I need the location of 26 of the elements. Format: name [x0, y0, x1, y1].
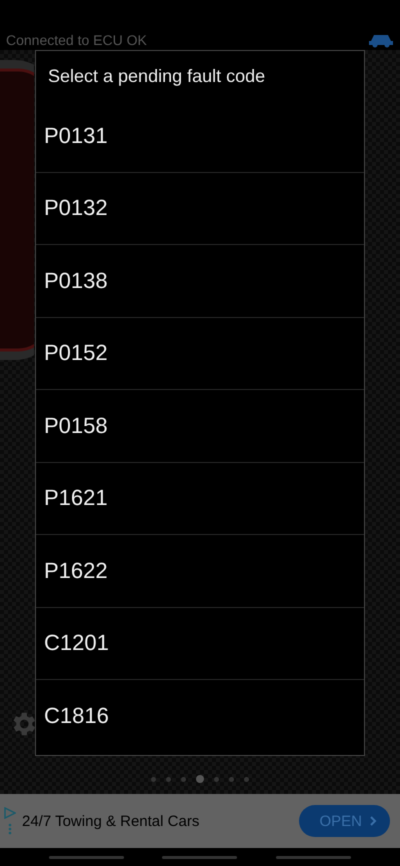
page-indicator-dot[interactable]: [181, 776, 186, 782]
connection-status: Connected to ECU OK: [6, 32, 147, 48]
page-indicator-dot[interactable]: [151, 776, 156, 782]
fault-code-option[interactable]: P0158: [44, 412, 108, 439]
fault-code-option[interactable]: P0132: [44, 195, 108, 222]
nav-bar-handle[interactable]: [49, 856, 124, 858]
nav-bar-handle[interactable]: [276, 856, 351, 858]
page-indicator-dot[interactable]: [214, 776, 219, 782]
page-indicator-dot[interactable]: [244, 776, 249, 782]
play-icon: [4, 807, 16, 819]
car-icon[interactable]: [368, 32, 394, 48]
nav-bar-handle[interactable]: [162, 856, 238, 858]
fault-code-option[interactable]: P0138: [44, 268, 108, 294]
ad-text: 24/7 Towing & Rental Cars: [22, 812, 200, 830]
dialog-title: Select a pending fault code: [47, 65, 266, 88]
page-indicator-dot[interactable]: [229, 776, 234, 782]
fault-code-option[interactable]: P0152: [44, 340, 108, 366]
more-icon[interactable]: [8, 823, 12, 835]
page-indicator-dot[interactable]: [196, 775, 204, 783]
fault-code-option[interactable]: P1621: [44, 485, 108, 512]
fault-code-option[interactable]: C1816: [44, 702, 109, 729]
fault-code-option[interactable]: P1622: [44, 558, 108, 584]
fault-code-option[interactable]: P0131: [44, 122, 108, 149]
fault-code-option[interactable]: C1201: [44, 630, 109, 656]
page-indicator-dot[interactable]: [166, 776, 171, 782]
chevron-icon: [368, 815, 378, 827]
